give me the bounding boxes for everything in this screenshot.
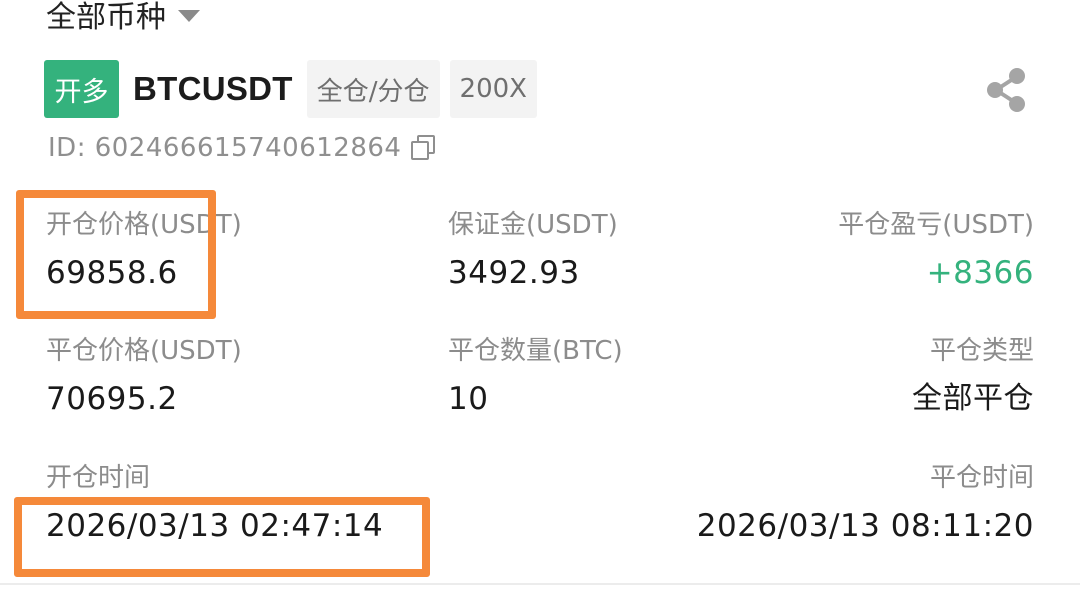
leverage-tag: 200X	[449, 60, 537, 118]
margin-label: 保证金(USDT)	[448, 210, 618, 240]
currency-filter[interactable]: 全部币种	[46, 0, 200, 36]
margin-mode-tag: 全仓/分仓	[306, 60, 440, 118]
close-qty-label: 平仓数量(BTC)	[448, 336, 623, 366]
divider	[0, 583, 1080, 585]
margin-value: 3492.93	[448, 255, 580, 291]
close-type-label: 平仓类型	[929, 336, 1034, 366]
position-id: ID: 602466615740612864	[48, 133, 402, 163]
currency-filter-label: 全部币种	[46, 0, 166, 35]
close-type-field: 平仓类型 全部平仓	[912, 338, 1034, 414]
position-id-row: ID: 602466615740612864	[48, 133, 437, 163]
open-time-label: 开仓时间	[46, 463, 151, 493]
close-pnl-field: 平仓盈亏(USDT) +8366	[838, 212, 1034, 289]
close-pnl-label: 平仓盈亏(USDT)	[838, 210, 1034, 240]
close-time-value: 2026/03/13 08:11:20	[696, 508, 1034, 544]
caret-down-icon	[178, 10, 200, 22]
close-price-label: 平仓价格(USDT)	[46, 336, 242, 366]
close-pnl-value: +8366	[926, 255, 1034, 291]
position-header: 开多 BTCUSDT 全仓/分仓 200X	[44, 60, 537, 118]
symbol-name: BTCUSDT	[133, 70, 293, 107]
close-time-field: 平仓时间 2026/03/13 08:11:20	[697, 465, 1034, 542]
close-time-label: 平仓时间	[929, 463, 1034, 493]
copy-icon[interactable]	[411, 135, 437, 161]
highlight-box-open-price	[16, 190, 216, 319]
close-type-value: 全部平仓	[912, 381, 1034, 416]
side-badge: 开多	[44, 60, 119, 118]
close-price-field: 平仓价格(USDT) 70695.2	[46, 338, 242, 415]
highlight-box-open-time	[14, 497, 430, 577]
margin-field: 保证金(USDT) 3492.93	[448, 212, 618, 289]
close-qty-value: 10	[448, 381, 489, 417]
close-price-value: 70695.2	[46, 381, 178, 417]
share-icon[interactable]	[983, 66, 1031, 114]
close-qty-field: 平仓数量(BTC) 10	[448, 338, 623, 415]
